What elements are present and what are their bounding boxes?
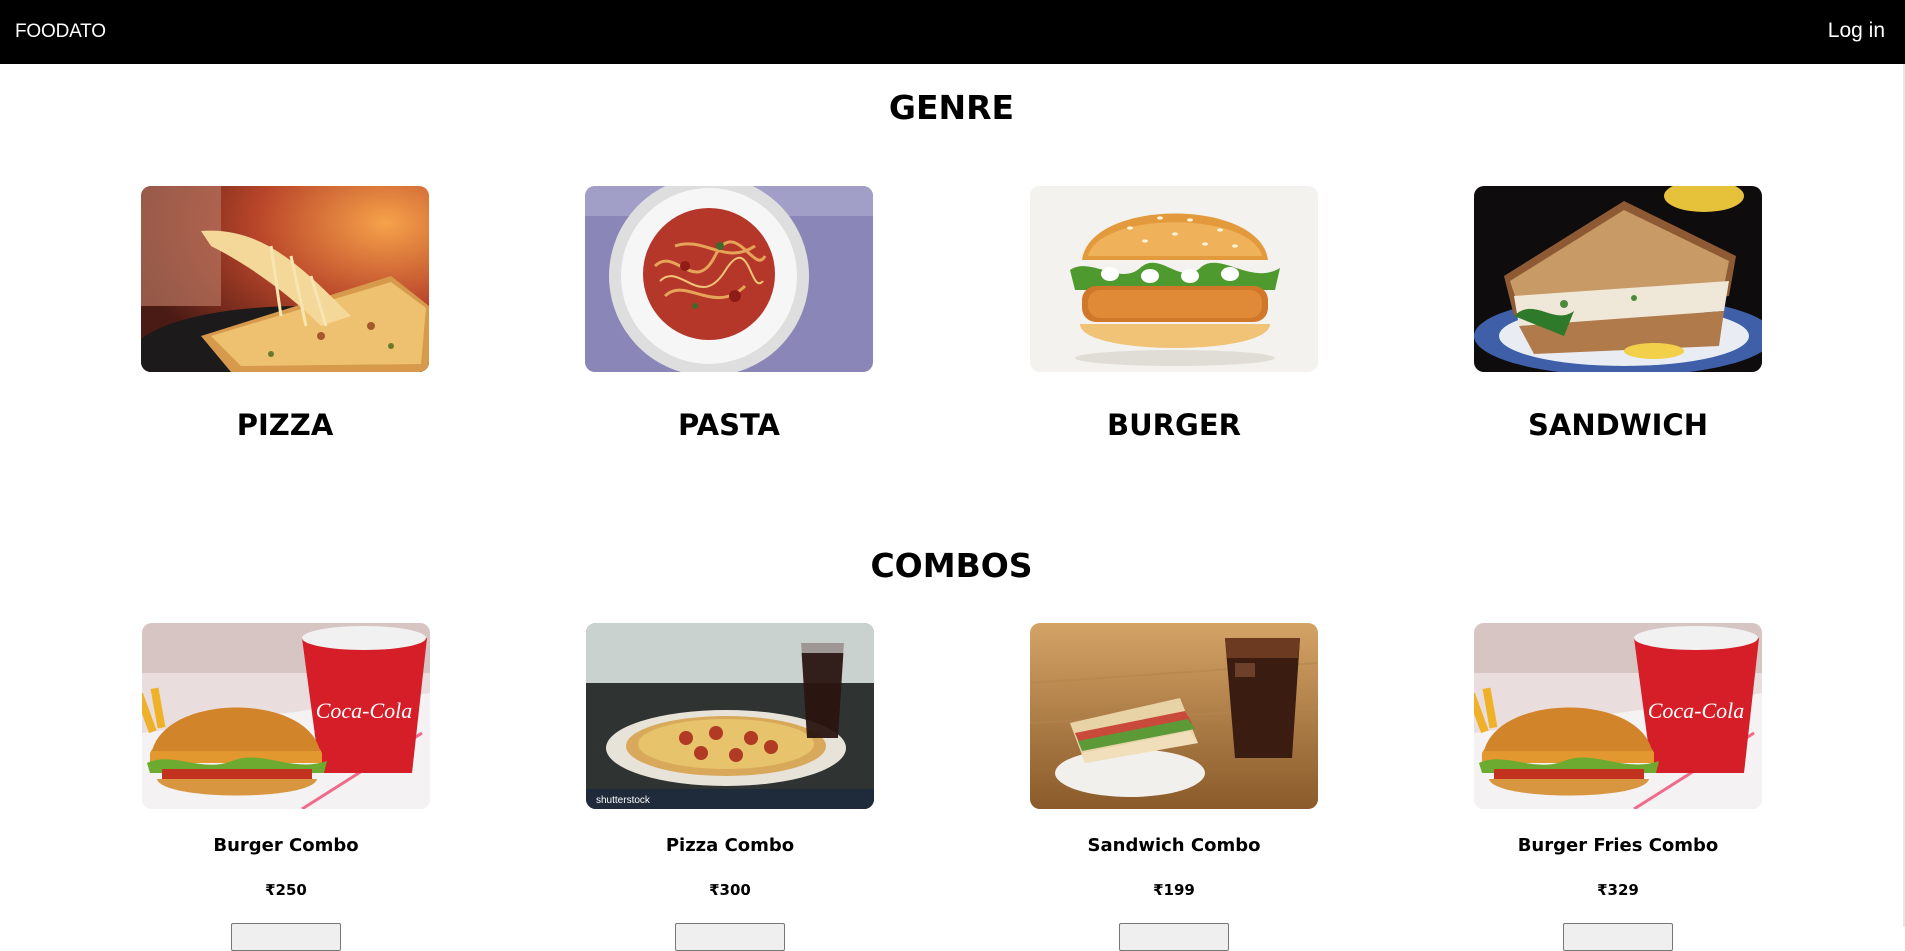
sandwich-combo-photo[interactable]: [1030, 623, 1318, 809]
combo-name: Pizza Combo: [665, 835, 795, 856]
genre-label: PASTA: [678, 408, 780, 442]
svg-text:shutterstock: shutterstock: [596, 795, 651, 806]
svg-text:Coca-Cola: Coca-Cola: [1648, 698, 1745, 723]
genre-card-pizza[interactable]: PIZZA: [140, 186, 430, 442]
combo-price: ₹329: [1597, 881, 1639, 899]
brand-logo[interactable]: FOODATO: [15, 21, 106, 43]
combo-price: ₹250: [265, 881, 307, 899]
add-combo-button[interactable]: [1119, 923, 1229, 951]
combo-card-burger-fries[interactable]: Coca-Cola Burger Fries Combo ₹329: [1473, 623, 1763, 951]
combo-card-sandwich[interactable]: Sandwich Combo ₹199: [1029, 623, 1319, 951]
combo-name: Sandwich Combo: [1087, 835, 1261, 856]
add-combo-button[interactable]: [1563, 923, 1673, 951]
pizza-combo-photo[interactable]: shutterstock: [586, 623, 874, 809]
pasta-photo[interactable]: [585, 186, 873, 372]
genre-label: PIZZA: [236, 408, 334, 442]
combo-card-burger[interactable]: Coca-Cola Burger Combo ₹250: [141, 623, 431, 951]
combo-name: Burger Combo: [213, 835, 359, 856]
combos-heading: COMBOS: [870, 546, 1033, 585]
combo-name: Burger Fries Combo: [1517, 835, 1719, 856]
combo-price: ₹199: [1153, 881, 1195, 899]
genre-card-sandwich[interactable]: SANDWICH: [1473, 186, 1763, 442]
pizza-photo[interactable]: [141, 186, 429, 372]
genre-label: SANDWICH: [1527, 408, 1708, 442]
combo-card-pizza[interactable]: shutterstock Pizza Combo ₹300: [585, 623, 875, 951]
burger-photo[interactable]: [1030, 186, 1318, 372]
login-link[interactable]: Log in: [1828, 19, 1885, 43]
genre-card-burger[interactable]: BURGER: [1029, 186, 1319, 442]
add-combo-button[interactable]: [675, 923, 785, 951]
genre-label: BURGER: [1107, 408, 1241, 442]
genre-card-pasta[interactable]: PASTA: [584, 186, 874, 442]
burger-combo-photo[interactable]: Coca-Cola: [142, 623, 430, 809]
combo-price: ₹300: [709, 881, 751, 899]
navbar: FOODATO Log in: [0, 0, 1905, 64]
burger-fries-combo-photo[interactable]: Coca-Cola: [1474, 623, 1762, 809]
genre-heading: GENRE: [888, 88, 1015, 127]
sandwich-photo[interactable]: [1474, 186, 1762, 372]
svg-text:Coca-Cola: Coca-Cola: [316, 698, 413, 723]
add-combo-button[interactable]: [231, 923, 341, 951]
